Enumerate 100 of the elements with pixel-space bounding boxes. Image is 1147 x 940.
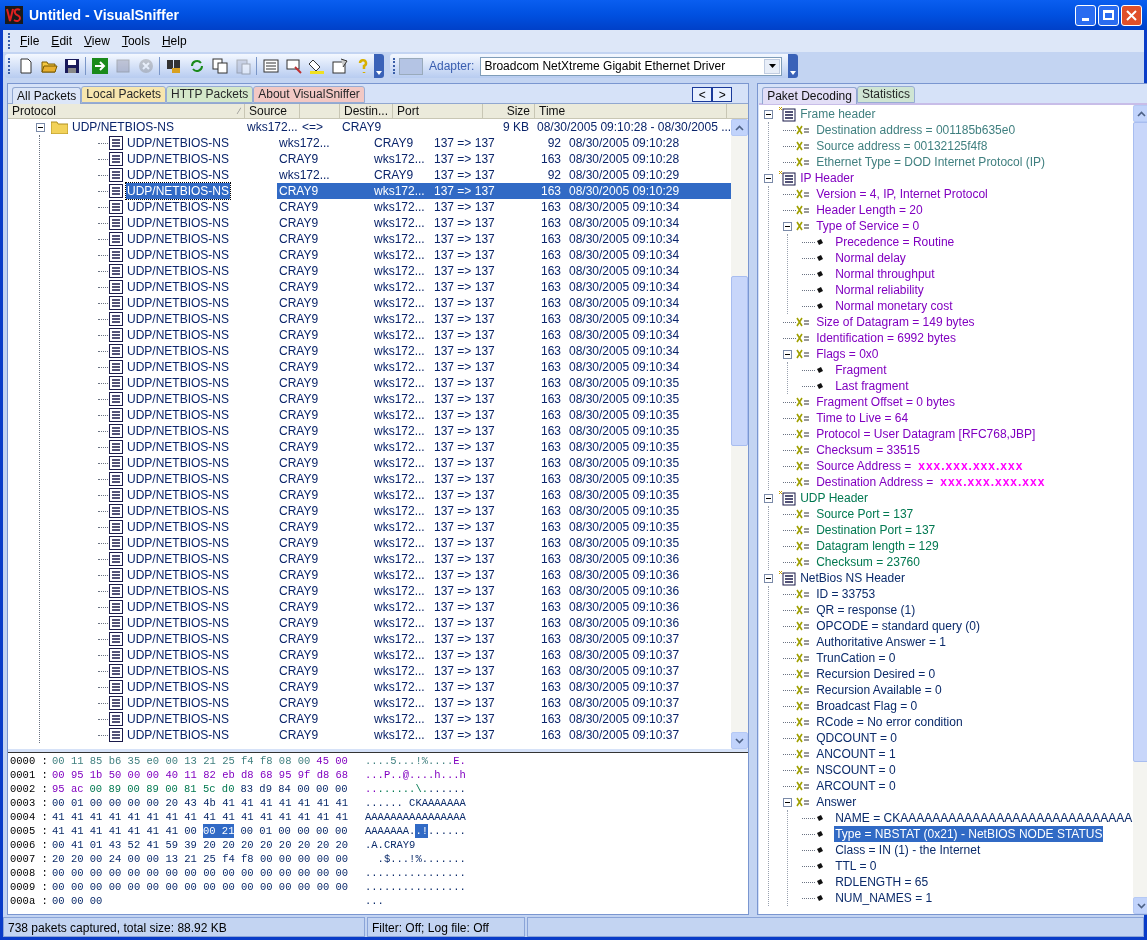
decode-item[interactable]: NAME = CKAAAAAAAAAAAAAAAAAAAAAAAAAAAAA	[834, 810, 1134, 826]
menu-item[interactable]: View	[78, 32, 116, 50]
decode-item[interactable]: Answer	[815, 794, 858, 810]
protocol-cell[interactable]: UDP/NETBIOS-NS	[126, 167, 230, 183]
decode-item[interactable]: ANCOUNT = 1	[815, 746, 897, 762]
decode-tab[interactable]: Statistics	[856, 86, 915, 103]
decode-item[interactable]: Broadcast Flag = 0	[815, 698, 919, 714]
collapse-toggle[interactable]	[764, 573, 774, 583]
protocol-cell[interactable]: UDP/NETBIOS-NS	[126, 359, 230, 375]
protocol-cell[interactable]: UDP/NETBIOS-NS	[126, 215, 230, 231]
packet-tab[interactable]: About VisualSniffer	[253, 86, 365, 103]
decode-item[interactable]: Normal monetary cost	[834, 298, 954, 314]
decode-item[interactable]: NSCOUNT = 0	[815, 762, 897, 778]
protocol-cell[interactable]: UDP/NETBIOS-NS	[126, 711, 230, 727]
decode-item[interactable]: Precedence = Routine	[834, 234, 956, 250]
protocol-cell[interactable]: UDP/NETBIOS-NS	[126, 615, 230, 631]
decode-item[interactable]: Normal reliability	[834, 282, 925, 298]
decode-item[interactable]: Size of Datagram = 149 bytes	[815, 314, 976, 330]
adapter-dropdown[interactable]: Broadcom NetXtreme Gigabit Ethernet Driver	[480, 56, 783, 76]
protocol-cell[interactable]: UDP/NETBIOS-NS	[126, 487, 230, 503]
decode-item[interactable]: TrunCation = 0	[815, 650, 897, 666]
collapse-toggle[interactable]	[783, 349, 793, 359]
protocol-cell[interactable]: UDP/NETBIOS-NS	[126, 199, 230, 215]
decode-item[interactable]: NetBios NS Header	[799, 570, 906, 586]
decode-item[interactable]: Frame header	[799, 106, 877, 122]
protocol-cell[interactable]: UDP/NETBIOS-NS	[126, 647, 230, 663]
protocol-cell[interactable]: UDP/NETBIOS-NS	[126, 551, 230, 567]
toolbar-overflow-icon[interactable]	[374, 54, 384, 78]
decode-item[interactable]: Recursion Desired = 0	[815, 666, 937, 682]
protocol-cell[interactable]: UDP/NETBIOS-NS	[126, 327, 230, 343]
decode-item[interactable]: TTL = 0	[834, 858, 878, 874]
decode-item[interactable]: Destination Address =	[815, 474, 935, 490]
decode-item[interactable]: Checksum = 33515	[815, 442, 921, 458]
protocol-cell[interactable]: UDP/NETBIOS-NS	[126, 247, 230, 263]
column-header[interactable]: Size	[483, 104, 535, 118]
scroll-up-button[interactable]	[1133, 105, 1147, 122]
decode-item[interactable]: Type = NBSTAT (0x21) - NetBIOS NODE STATUS	[834, 826, 1104, 842]
protocol-cell[interactable]: UDP/NETBIOS-NS	[126, 599, 230, 615]
decode-item[interactable]: OPCODE = standard query (0)	[815, 618, 981, 634]
decode-item[interactable]: UDP Header	[799, 490, 869, 506]
packet-tab[interactable]: Local Packets	[81, 86, 167, 103]
packet-tab[interactable]: HTTP Packets	[166, 86, 254, 103]
column-header[interactable]: Destin...	[340, 104, 393, 118]
protocol-cell[interactable]: UDP/NETBIOS-NS	[126, 679, 230, 695]
scroll-down-button[interactable]	[1133, 897, 1147, 914]
collapse-toggle[interactable]	[764, 173, 774, 183]
protocol-cell[interactable]: UDP/NETBIOS-NS	[126, 695, 230, 711]
protocol-cell[interactable]: UDP/NETBIOS-NS	[126, 263, 230, 279]
decode-item[interactable]: Version = 4, IP, Internet Protocol	[815, 186, 989, 202]
decode-item[interactable]: Checksum = 23760	[815, 554, 921, 570]
minimize-button[interactable]	[1075, 4, 1096, 26]
protocol-cell[interactable]: UDP/NETBIOS-NS	[126, 663, 230, 679]
protocol-cell[interactable]: UDP/NETBIOS-NS	[126, 727, 230, 743]
toolbar-overflow-icon[interactable]	[788, 54, 799, 78]
packet-tab[interactable]: All Packets	[12, 87, 82, 104]
decode-item[interactable]: Recursion Available = 0	[815, 682, 943, 698]
decode-item[interactable]: Authoritative Answer = 1	[815, 634, 947, 650]
decode-item[interactable]: QR = response (1)	[815, 602, 917, 618]
decode-item[interactable]: Protocol = User Datagram [RFC768,JBP]	[815, 426, 1037, 442]
column-header[interactable]: Protocol ∕	[8, 104, 245, 118]
protocol-cell[interactable]: UDP/NETBIOS-NS	[126, 343, 230, 359]
decode-item[interactable]: Fragment	[834, 362, 888, 378]
nav-button[interactable]: >	[712, 87, 733, 102]
protocol-cell[interactable]: UDP/NETBIOS-NS	[126, 311, 230, 327]
collapse-toggle[interactable]	[783, 797, 793, 807]
protocol-cell[interactable]: UDP/NETBIOS-NS	[126, 135, 230, 151]
decode-item[interactable]: ID = 33753	[815, 586, 877, 602]
decode-item[interactable]: Fragment Offset = 0 bytes	[815, 394, 956, 410]
decode-item[interactable]: Source Port = 137	[815, 506, 915, 522]
protocol-cell[interactable]: UDP/NETBIOS-NS	[71, 119, 175, 135]
decode-item[interactable]: Source address = 00132125f4f8	[815, 138, 989, 154]
protocol-cell[interactable]: UDP/NETBIOS-NS	[126, 455, 230, 471]
collapse-toggle[interactable]	[764, 109, 774, 119]
decode-item[interactable]: Normal delay	[834, 250, 907, 266]
decode-item[interactable]: Header Length = 20	[815, 202, 924, 218]
decode-item[interactable]: Time to Live = 64	[815, 410, 910, 426]
collapse-toggle[interactable]	[764, 493, 774, 503]
protocol-cell[interactable]: UDP/NETBIOS-NS	[126, 407, 230, 423]
protocol-cell[interactable]: UDP/NETBIOS-NS	[126, 183, 230, 199]
protocol-cell[interactable]: UDP/NETBIOS-NS	[126, 471, 230, 487]
decode-item[interactable]: RDLENGTH = 65	[834, 874, 930, 890]
protocol-cell[interactable]: UDP/NETBIOS-NS	[126, 231, 230, 247]
protocol-cell[interactable]: UDP/NETBIOS-NS	[126, 423, 230, 439]
decode-item[interactable]: Ethernet Type = DOD Internet Protocol (IP)	[815, 154, 1047, 170]
decode-item[interactable]: Destination Port = 137	[815, 522, 937, 538]
decode-tab[interactable]: Paket Decoding	[762, 87, 857, 104]
protocol-cell[interactable]: UDP/NETBIOS-NS	[126, 583, 230, 599]
protocol-cell[interactable]: UDP/NETBIOS-NS	[126, 567, 230, 583]
decode-item[interactable]: ARCOUNT = 0	[815, 778, 897, 794]
scroll-thumb[interactable]	[731, 276, 749, 446]
decode-item[interactable]: NUM_NAMES = 1	[834, 890, 934, 906]
menu-item[interactable]: File	[14, 32, 46, 50]
menu-item[interactable]: Tools	[115, 32, 156, 50]
protocol-cell[interactable]: UDP/NETBIOS-NS	[126, 375, 230, 391]
column-header[interactable]: Time	[535, 104, 727, 118]
protocol-cell[interactable]: UDP/NETBIOS-NS	[126, 631, 230, 647]
maximize-button[interactable]	[1098, 4, 1119, 26]
decode-item[interactable]: Datagram length = 129	[815, 538, 940, 554]
decode-item[interactable]: Class = IN (1) - the Internet	[834, 842, 982, 858]
protocol-cell[interactable]: UDP/NETBIOS-NS	[126, 503, 230, 519]
